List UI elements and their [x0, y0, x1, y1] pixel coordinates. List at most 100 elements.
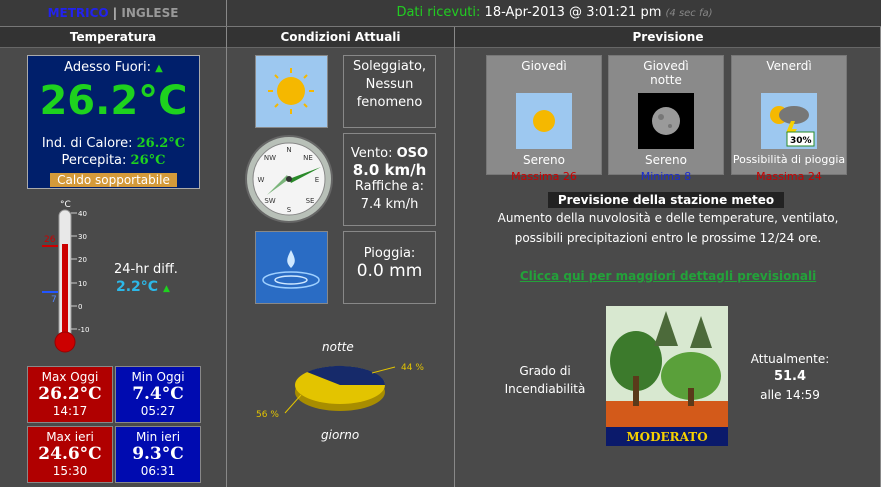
min-yesterday-box: Min ieri 9.3°C 06:31: [115, 426, 201, 483]
max-yesterday-box: Max ieri 24.6°C 15:30: [27, 426, 113, 483]
compass-label: S: [287, 206, 292, 214]
forecast-cond: Sereno: [645, 153, 687, 167]
forecast-day-name: Giovedì: [521, 59, 567, 73]
compass-label: NW: [264, 154, 276, 162]
moon-icon: [638, 93, 694, 149]
feels-like-value: 26°C: [130, 153, 166, 168]
pie-day-label: giorno: [321, 428, 360, 442]
sky-line: Nessun: [365, 77, 414, 92]
outside-temp-panel: Adesso Fuori: ▲ 26.2°C Ind. di Calore: 2…: [27, 55, 200, 189]
diff-label: 24-hr diff.: [114, 262, 178, 277]
tick-label: 20: [78, 256, 87, 264]
max-yesterday-label: Max ieri: [46, 430, 94, 444]
unit-switch: METRICO | INGLESE: [0, 0, 227, 26]
sun-icon: [268, 68, 314, 114]
water-drop-icon: [256, 232, 327, 303]
col-header-current: Condizioni Attuali: [227, 27, 454, 48]
tick-label: 30: [78, 233, 87, 241]
compass-label: SW: [264, 197, 275, 205]
rain-label: Pioggia:: [363, 246, 416, 261]
tick-label: -10: [78, 326, 89, 334]
rain-chance: 30%: [790, 136, 812, 146]
storm-icon: 30%: [761, 93, 817, 149]
min-yesterday-label: Min ieri: [135, 430, 181, 444]
rain-panel: Pioggia: 0.0 mm: [343, 231, 436, 304]
gust-label: Raffiche a:: [354, 179, 425, 194]
wind-speed: 8.0 km/h: [352, 161, 427, 179]
english-link[interactable]: INGLESE: [121, 6, 178, 20]
max-today-label: Max Oggi: [41, 370, 99, 384]
min-marker: 7: [51, 295, 57, 305]
diff-row: 2.2°C ▲: [116, 279, 170, 295]
compass-label: W: [258, 176, 265, 184]
station-forecast-title: Previsione della stazione meteo: [548, 192, 784, 208]
forecast-day-name: Venerdì: [766, 59, 812, 73]
max-today-value: 26.2°C: [38, 384, 102, 404]
rain-icon-box: [255, 231, 328, 304]
tick-label: 10: [78, 280, 87, 288]
thermometer-icon: °C 40 30 20 10 0 -10 26 7: [42, 200, 89, 353]
compass-label: N: [286, 146, 291, 154]
col-header-forecast: Previsione: [455, 27, 881, 48]
received-value: 18-Apr-2013 @ 3:01:21 pm: [484, 5, 662, 20]
feels-like-row: Percepita: 26°C: [28, 153, 199, 168]
max-yesterday-value: 24.6°C: [38, 444, 102, 464]
max-yesterday-time: 15:30: [52, 464, 88, 478]
forecast-day-2: Giovedì notte Sereno Minima 8: [608, 55, 724, 183]
feels-like-label: Percepita:: [61, 153, 127, 168]
outside-temp-value: 26.2°C: [39, 78, 188, 124]
fire-current: Attualmente: 51.4 alle 14:59: [735, 350, 845, 404]
heat-index-label: Ind. di Calore:: [41, 136, 133, 151]
forecast-temp: Minima 8: [640, 170, 692, 183]
rain-value: 0.0 mm: [356, 261, 423, 281]
thermometer-unit: °C: [60, 200, 71, 210]
now-label: Attualmente:: [750, 352, 830, 366]
forecast-day-name: Giovedì: [643, 59, 689, 73]
min-today-box: Min Oggi 7.4°C 05:27: [115, 366, 201, 423]
fire-label: Grado di Incendiabilità: [490, 362, 600, 398]
outside-label: Adesso Fuori: ▲: [28, 60, 199, 75]
fire-label-line: Incendiabilità: [504, 382, 586, 396]
now-value: 51.4: [773, 369, 807, 384]
sky-line: Soleggiato,: [352, 59, 427, 74]
metric-link[interactable]: METRICO: [48, 6, 109, 20]
sky-line: fenomeno: [356, 95, 423, 110]
min-today-value: 7.4°C: [132, 384, 184, 404]
sun-icon: [516, 93, 572, 149]
heat-index-value: 26.2°C: [136, 136, 186, 151]
trend-up-icon: ▲: [162, 284, 170, 294]
fire-label-line: Grado di: [519, 364, 571, 378]
min-yesterday-time: 06:31: [140, 464, 176, 478]
forecast-cond: Possibilità di pioggia: [732, 153, 846, 166]
compass-label: NE: [303, 154, 313, 162]
divider: [454, 27, 455, 487]
fire-risk-image: MODERATO: [606, 306, 728, 446]
wind-label: Vento:: [350, 146, 393, 161]
forecast-temp: Massima 24: [756, 170, 822, 183]
now-time: alle 14:59: [760, 388, 820, 402]
min-yesterday-value: 9.3°C: [132, 444, 184, 464]
gust-value: 7.4 km/h: [360, 197, 419, 212]
max-today-box: Max Oggi 26.2°C 14:17: [27, 366, 113, 423]
tick-label: 40: [78, 210, 87, 218]
compass-icon: N NE E SE S SW W NW: [245, 135, 333, 223]
min-today-label: Min Oggi: [131, 370, 185, 384]
station-forecast-line: possibili precipitazioni entro le prossi…: [514, 231, 822, 245]
lang-separator: |: [112, 6, 118, 20]
pie-night-label: notte: [322, 340, 354, 354]
compass-label: SE: [306, 197, 315, 205]
max-today-time: 14:17: [52, 404, 88, 418]
compass-label: E: [315, 176, 319, 184]
fire-badge-text: MODERATO: [626, 430, 707, 444]
pie-day-pct: 56 %: [256, 410, 279, 420]
max-marker: 26: [44, 235, 56, 245]
forecast-day-sub: notte: [650, 73, 682, 87]
comfort-badge: Caldo sopportabile: [50, 173, 177, 187]
forecast-day-3: Venerdì 30% Possibilità di pioggia Massi…: [731, 55, 847, 183]
trend-up-icon: ▲: [155, 63, 163, 74]
station-forecast-line: Aumento della nuvolosità e delle tempera…: [497, 211, 839, 225]
forecast-day-1: Giovedì Sereno Massima 26: [486, 55, 602, 183]
day-night-pie: 44 % 56 %: [256, 363, 424, 420]
forecast-details-link[interactable]: Clicca qui per maggiori dettagli previsi…: [455, 269, 881, 283]
sky-description: Soleggiato, Nessun fenomeno: [343, 55, 436, 128]
